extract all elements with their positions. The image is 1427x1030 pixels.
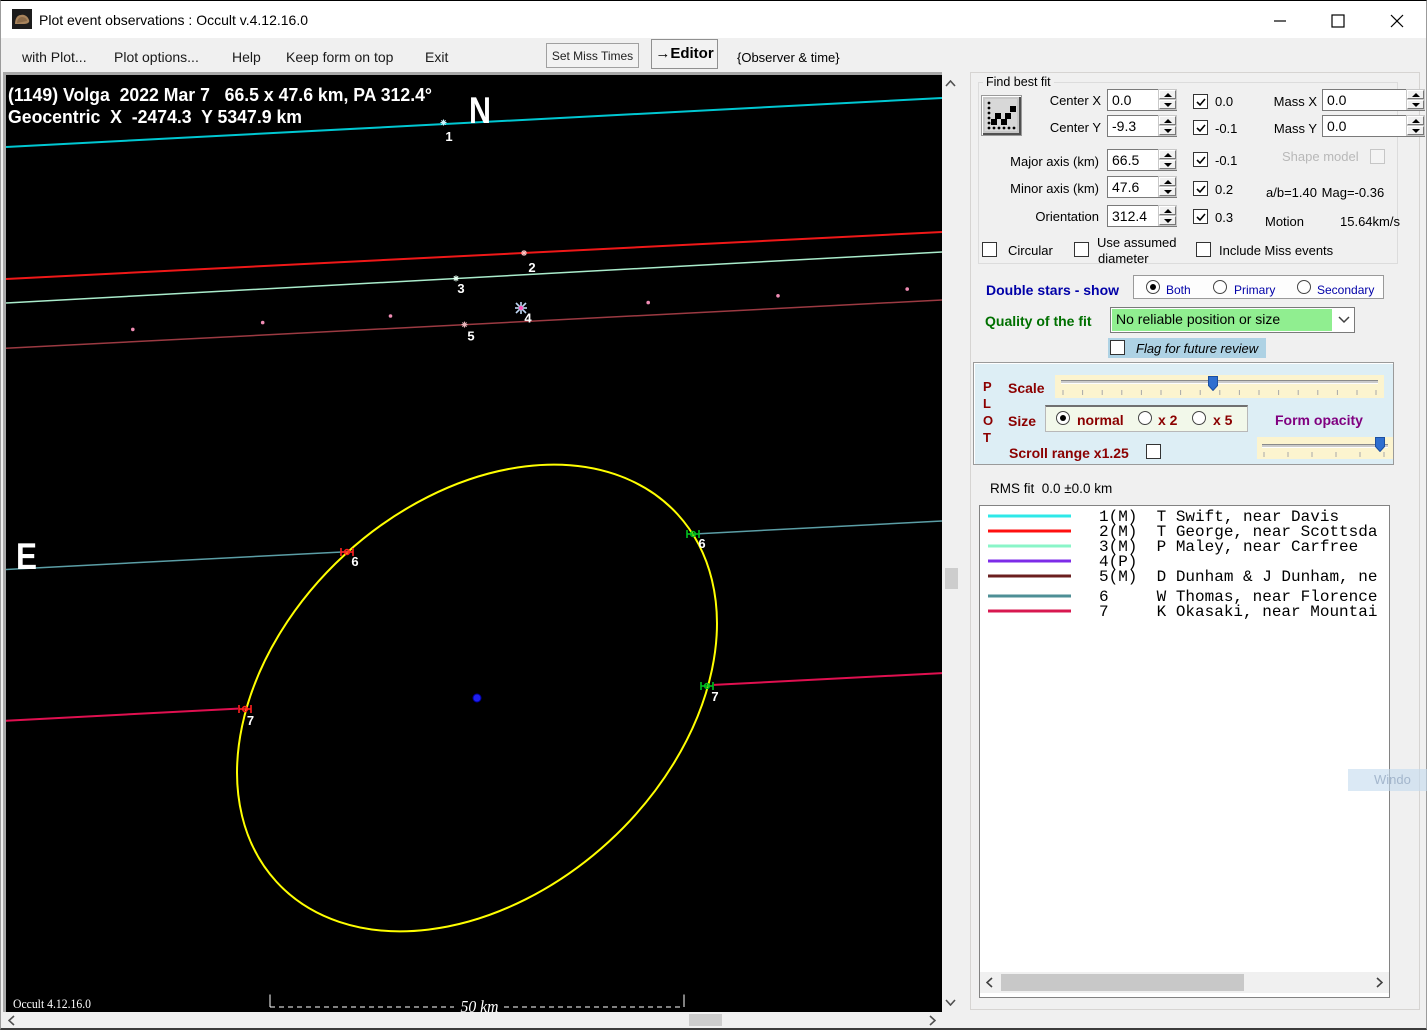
svg-text:(1149) Volga 2022 Mar 7 66.: (1149) Volga 2022 Mar 7 66.5 x 47.6 km, … [8, 85, 432, 105]
svg-text:5(M) D Dunham & J Dunham, ne: 5(M) D Dunham & J Dunham, ne [1099, 568, 1377, 586]
svg-text:7: 7 [711, 689, 718, 704]
svg-text:E: E [16, 536, 37, 577]
svg-text:2: 2 [528, 260, 535, 275]
svg-text:1: 1 [445, 129, 452, 144]
svg-text:50 km: 50 km [461, 997, 499, 1012]
svg-text:N: N [469, 90, 491, 131]
svg-text:Occult 4.12.16.0: Occult 4.12.16.0 [13, 997, 91, 1011]
svg-text:7: 7 [247, 713, 254, 728]
svg-text:Geocentric X -2474.3 Y 5347: Geocentric X -2474.3 Y 5347.9 km [8, 107, 302, 127]
svg-text:5: 5 [467, 329, 474, 344]
svg-text:6: 6 [698, 536, 705, 551]
svg-text:3(M) P Maley, near Carfree: 3(M) P Maley, near Carfree [1099, 538, 1358, 556]
svg-text:6: 6 [351, 554, 358, 569]
svg-text:7 K Okasaki, near Mountai: 7 K Okasaki, near Mountai [1099, 603, 1377, 621]
svg-text:4: 4 [524, 311, 532, 326]
svg-text:3: 3 [457, 281, 464, 296]
